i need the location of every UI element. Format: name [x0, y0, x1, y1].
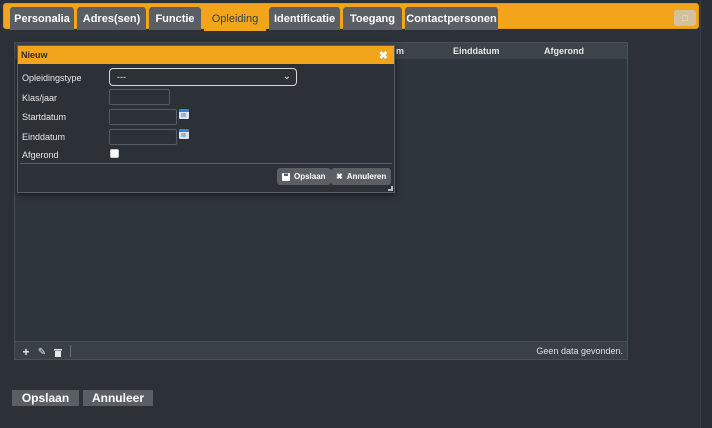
save-button[interactable]: Opslaan [12, 390, 79, 406]
dialog-save-label: Opslaan [294, 172, 326, 181]
floppy-disk-icon [282, 172, 290, 181]
label-afgerond: Afgerond [22, 150, 59, 160]
calendar-icon[interactable] [179, 109, 189, 119]
tab-toegang[interactable]: Toegang [343, 7, 402, 30]
label-startdatum: Startdatum [22, 112, 67, 122]
label-klas-jaar: Klas/jaar [22, 93, 58, 103]
afgerond-checkbox[interactable] [110, 149, 119, 158]
cancel-button[interactable]: Annuleer [83, 390, 153, 406]
edit-icon[interactable]: ✎ [36, 346, 48, 358]
column-header-afgerond[interactable]: Afgerond [544, 46, 584, 56]
tab-personalia[interactable]: Personalia [10, 7, 74, 30]
tab-opleiding[interactable]: Opleiding [204, 7, 266, 31]
window-edge [700, 0, 712, 428]
new-education-dialog: Nieuw ✖ Opleidingstype --- ⌄ Klas/jaar S… [17, 45, 395, 193]
cancel-icon: ✖ [336, 172, 343, 181]
label-opleidingstype: Opleidingstype [22, 73, 82, 83]
app-root: Personalia Adres(sen) Functie Opleiding … [0, 0, 712, 428]
opleidingstype-select[interactable]: --- ⌄ [109, 68, 297, 86]
label-einddatum: Einddatum [22, 132, 66, 142]
column-header-einddatum[interactable]: Einddatum [453, 46, 500, 56]
tab-identificatie[interactable]: Identificatie [269, 7, 340, 30]
einddatum-input[interactable] [109, 129, 177, 145]
startdatum-input[interactable] [109, 109, 177, 125]
calendar-icon[interactable] [179, 129, 189, 139]
chevron-down-icon: ⌄ [282, 71, 291, 82]
dialog-save-button[interactable]: Opslaan [277, 168, 331, 185]
dialog-title-bar[interactable]: Nieuw ✖ [18, 46, 394, 64]
dialog-cancel-button[interactable]: ✖ Annuleren [331, 168, 392, 185]
column-header-startdatum[interactable]: m [396, 46, 404, 56]
grid-footer: + ✎ Geen data gevonden. [15, 341, 627, 359]
tab-functie[interactable]: Functie [149, 7, 201, 30]
tab-contactpersonen[interactable]: Contactpersonen [405, 7, 498, 30]
delete-icon[interactable] [52, 346, 64, 358]
toolbar-divider [70, 345, 71, 357]
empty-message: Geen data gevonden. [536, 346, 623, 356]
opleidingstype-value: --- [117, 72, 126, 82]
dialog-cancel-label: Annuleren [346, 172, 387, 181]
klas-jaar-input[interactable] [109, 89, 170, 105]
collapse-icon[interactable]: □ [674, 10, 696, 26]
resize-handle[interactable] [388, 186, 393, 191]
close-icon[interactable]: ✖ [379, 49, 388, 62]
add-icon[interactable]: + [20, 345, 32, 359]
tab-adressen[interactable]: Adres(sen) [77, 7, 146, 30]
tab-bar: Personalia Adres(sen) Functie Opleiding … [3, 3, 699, 31]
dialog-divider [20, 163, 392, 164]
dialog-title: Nieuw [21, 50, 48, 60]
